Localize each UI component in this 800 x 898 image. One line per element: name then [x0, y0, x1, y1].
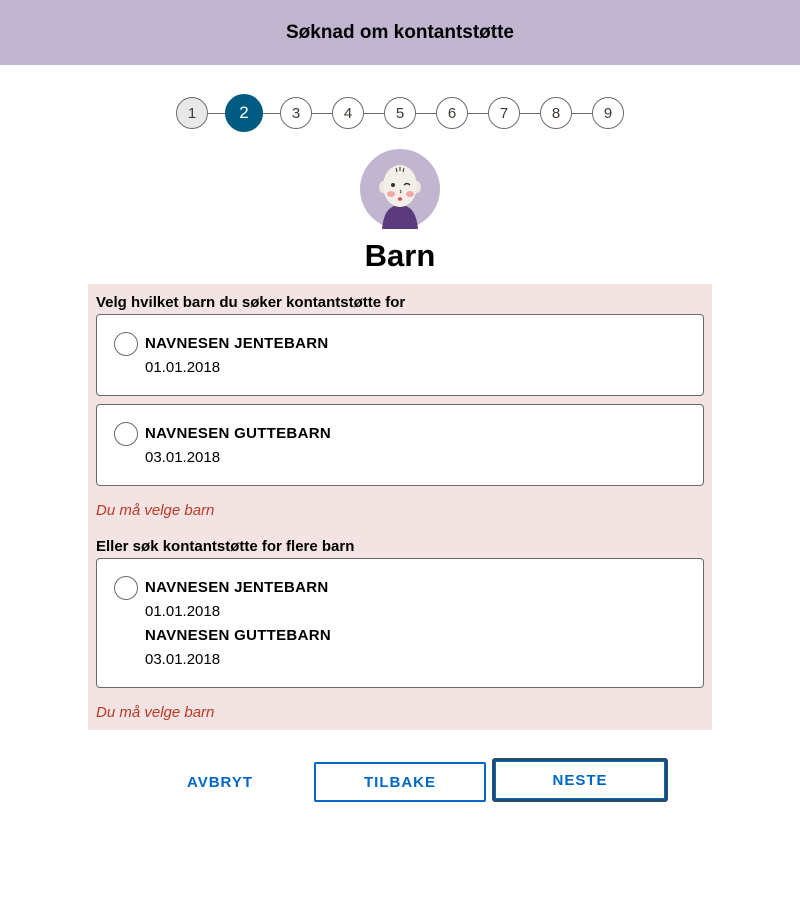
step-connector: [520, 113, 540, 114]
child-birthdate: 01.01.2018: [145, 603, 221, 620]
child-option-guttebarn[interactable]: NAVNESEN GUTTEBARN 03.01.2018: [96, 404, 704, 486]
next-button[interactable]: NESTE: [492, 758, 668, 802]
step-8: 8: [540, 97, 572, 129]
step-5: 5: [384, 97, 416, 129]
step-connector: [208, 113, 225, 114]
error-message: Du må velge barn: [96, 502, 215, 519]
select-child-legend: Velg hvilket barn du søker kontantstøtte…: [96, 294, 406, 311]
step-3: 3: [280, 97, 312, 129]
step-connector: [572, 113, 592, 114]
step-7: 7: [488, 97, 520, 129]
app-header: Søknad om kontantstøtte: [0, 0, 800, 65]
step-indicator: 1 2 3 4 5 6 7 8 9: [176, 94, 624, 132]
child-name: NAVNESEN JENTEBARN: [145, 579, 329, 596]
error-message: Du må velge barn: [96, 704, 215, 721]
child-option-both[interactable]: NAVNESEN JENTEBARN 01.01.2018 NAVNESEN G…: [96, 558, 704, 688]
child-birthdate: 01.01.2018: [145, 359, 221, 376]
step-9: 9: [592, 97, 624, 129]
step-connector: [468, 113, 488, 114]
step-connector: [312, 113, 332, 114]
step-4: 4: [332, 97, 364, 129]
child-name: NAVNESEN GUTTEBARN: [145, 425, 331, 442]
child-name: NAVNESEN GUTTEBARN: [145, 627, 331, 644]
step-6: 6: [436, 97, 468, 129]
step-connector: [364, 113, 384, 114]
step-connector: [416, 113, 436, 114]
back-button[interactable]: TILBAKE: [314, 762, 486, 802]
radio-button[interactable]: [114, 576, 138, 600]
children-selection-panel: Velg hvilket barn du søker kontantstøtte…: [88, 284, 712, 730]
multiple-children-legend: Eller søk kontantstøtte for flere barn: [96, 538, 355, 555]
child-name: NAVNESEN JENTEBARN: [145, 335, 329, 352]
page-title: Barn: [364, 238, 436, 273]
step-1[interactable]: 1: [176, 97, 208, 129]
radio-button[interactable]: [114, 332, 138, 356]
radio-button[interactable]: [114, 422, 138, 446]
child-birthdate: 03.01.2018: [145, 449, 221, 466]
baby-avatar-icon: [360, 149, 440, 229]
step-2-current: 2: [225, 94, 263, 132]
cancel-button[interactable]: AVBRYT: [170, 763, 270, 801]
child-birthdate: 03.01.2018: [145, 651, 221, 668]
app-title: Søknad om kontantstøtte: [285, 21, 514, 43]
step-connector: [263, 113, 280, 114]
child-option-jentebarn[interactable]: NAVNESEN JENTEBARN 01.01.2018: [96, 314, 704, 396]
